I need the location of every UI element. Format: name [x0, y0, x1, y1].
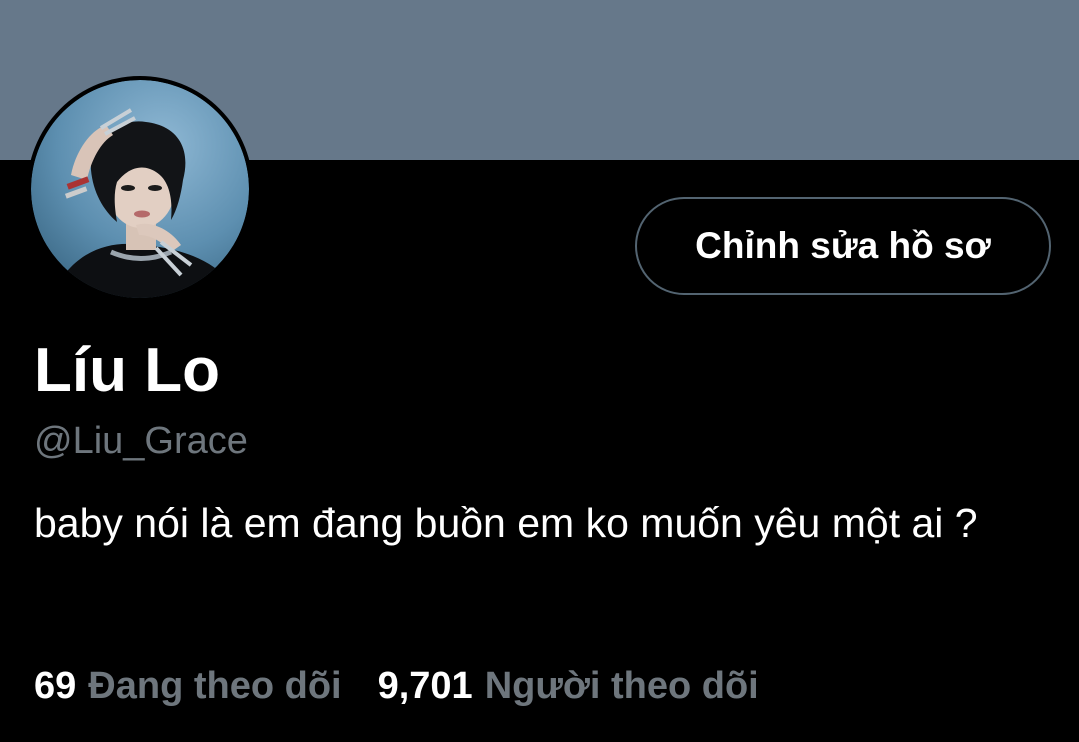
profile-avatar[interactable] [27, 76, 253, 302]
profile-display-name: Líu Lo [34, 336, 220, 405]
following-count: 69 [34, 665, 77, 707]
profile-stats: 69 Đang theo dõi 9,701 Người theo dõi [34, 660, 759, 712]
profile-bio: baby nói là em đang buồn em ko muốn yêu … [34, 500, 978, 546]
edit-profile-button[interactable]: Chỉnh sửa hồ sơ [635, 197, 1051, 295]
avatar-photo-icon [31, 80, 249, 298]
following-stat[interactable]: 69 Đang theo dõi [34, 660, 342, 712]
following-label: Đang theo dõi [88, 665, 342, 707]
followers-count: 9,701 [377, 665, 473, 707]
followers-stat[interactable]: 9,701 Người theo dõi [378, 660, 759, 712]
profile-handle: @Liu_Grace [34, 420, 248, 462]
followers-label: Người theo dõi [484, 665, 759, 707]
